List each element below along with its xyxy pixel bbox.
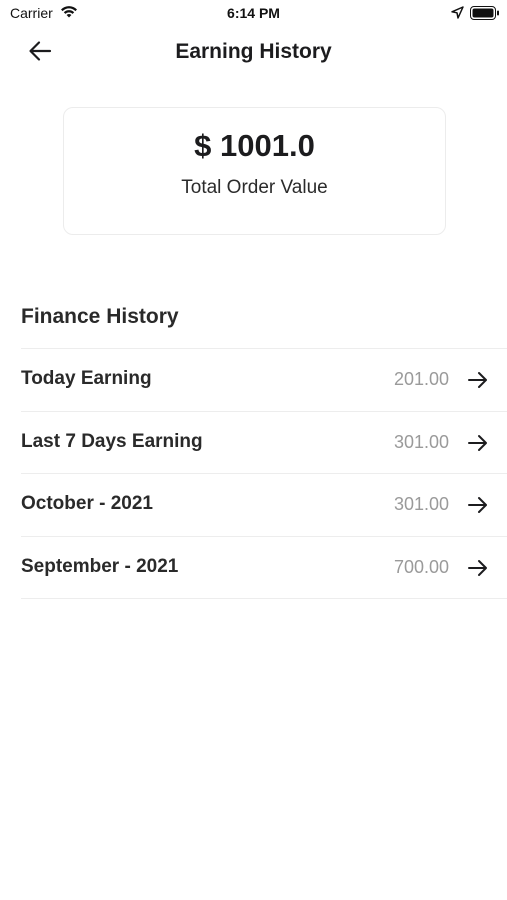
navigation-bar: Earning History bbox=[0, 28, 507, 78]
row-value: 700.00 bbox=[393, 556, 449, 577]
finance-row-today[interactable]: Today Earning 201.00 bbox=[21, 349, 507, 412]
finance-row-october-2021[interactable]: October - 2021 301.00 bbox=[21, 474, 507, 537]
page-title: Earning History bbox=[175, 40, 332, 63]
finance-history-list: Today Earning 201.00 Last 7 Days Earning… bbox=[21, 348, 507, 599]
finance-history-title: Finance History bbox=[21, 305, 179, 328]
row-value: 301.00 bbox=[393, 494, 449, 514]
row-label: September - 2021 bbox=[21, 555, 179, 577]
row-value: 301.00 bbox=[393, 431, 449, 452]
arrow-right-icon bbox=[467, 432, 489, 454]
total-order-card: $ 1001.0 Total Order Value bbox=[63, 107, 446, 235]
arrow-right-icon bbox=[467, 369, 489, 391]
battery-icon bbox=[470, 6, 500, 25]
location-arrow-icon bbox=[451, 6, 464, 24]
total-order-label: Total Order Value bbox=[181, 177, 328, 198]
status-time: 6:14 PM bbox=[227, 5, 280, 21]
arrow-right-icon bbox=[467, 494, 489, 516]
row-label: Today Earning bbox=[21, 368, 152, 389]
row-label: October - 2021 bbox=[21, 493, 153, 514]
row-label: Last 7 Days Earning bbox=[21, 430, 203, 452]
total-order-amount: $ 1001.0 bbox=[194, 128, 315, 163]
finance-row-september-2021[interactable]: September - 2021 700.00 bbox=[21, 537, 507, 599]
status-bar: Carrier 6:14 PM bbox=[0, 0, 507, 28]
row-value: 201.00 bbox=[393, 369, 449, 389]
arrow-right-icon bbox=[467, 557, 489, 579]
finance-row-last-7-days[interactable]: Last 7 Days Earning 301.00 bbox=[21, 412, 507, 474]
